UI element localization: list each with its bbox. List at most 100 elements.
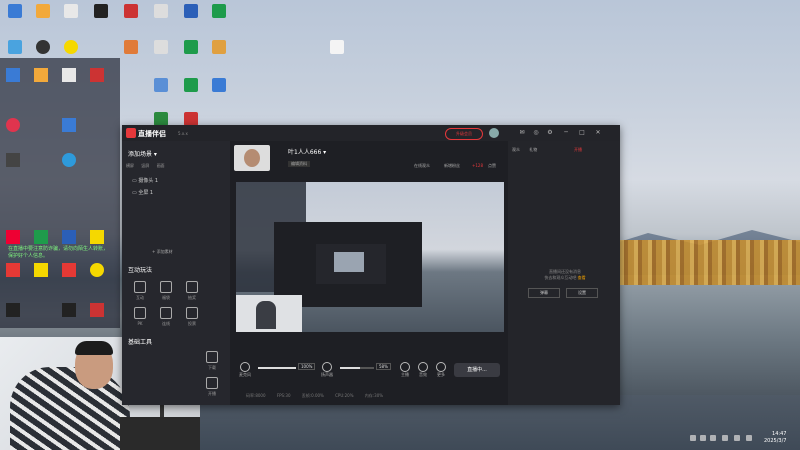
live-status-button[interactable]: 直播中... bbox=[454, 363, 500, 377]
desktop-icon[interactable] bbox=[180, 112, 202, 126]
interaction-tool[interactable]: 投票 bbox=[180, 307, 204, 327]
host-icon bbox=[400, 362, 410, 372]
desktop-icon[interactable] bbox=[150, 112, 172, 126]
desktop-icon[interactable] bbox=[326, 40, 348, 54]
scene-item[interactable]: ▭ 摄像头 1 bbox=[132, 177, 158, 184]
tray-icon[interactable] bbox=[690, 435, 696, 441]
tab-portrait[interactable]: 竖屏 bbox=[141, 163, 149, 168]
scene-header[interactable]: 添加场景 ▾ bbox=[128, 149, 157, 158]
tab-frame[interactable]: 画面 bbox=[157, 163, 165, 168]
desktop-icon[interactable] bbox=[32, 40, 54, 54]
panel-icon[interactable] bbox=[90, 68, 104, 82]
panel-icon[interactable] bbox=[6, 153, 20, 167]
edit-profile-tag[interactable]: 编辑资料 bbox=[288, 161, 310, 167]
speaker-control[interactable]: 扬声器 bbox=[318, 362, 336, 378]
panel-icon[interactable] bbox=[90, 303, 104, 317]
stat-viewers: 在线观众 bbox=[414, 163, 430, 168]
panel-icon[interactable] bbox=[6, 68, 20, 82]
panel-icon[interactable] bbox=[62, 153, 76, 167]
tray-icon[interactable] bbox=[710, 435, 716, 441]
panel-icon[interactable] bbox=[34, 68, 48, 82]
desktop-icon[interactable] bbox=[180, 40, 202, 54]
status-memory: 内存:30% bbox=[364, 393, 384, 398]
scene-item[interactable]: ▭ 全屏 1 bbox=[132, 189, 153, 196]
stream-preview[interactable] bbox=[236, 182, 504, 332]
tab-gifts[interactable]: 礼物 bbox=[529, 147, 537, 152]
danmaku-button[interactable]: 弹幕 bbox=[528, 288, 560, 298]
volume-icon[interactable] bbox=[734, 435, 740, 441]
user-avatar[interactable] bbox=[489, 128, 499, 138]
start-live-label[interactable]: 开播 bbox=[574, 147, 582, 153]
desktop-icon[interactable] bbox=[120, 4, 142, 18]
view-link[interactable]: 查看 bbox=[578, 275, 586, 280]
upgrade-button[interactable]: 升级会员 bbox=[445, 128, 483, 140]
host-button[interactable]: 主播 bbox=[396, 362, 414, 378]
streamer-avatar[interactable] bbox=[234, 145, 270, 171]
desktop-icon[interactable] bbox=[32, 4, 54, 18]
status-cpu: CPU:20% bbox=[335, 393, 354, 398]
effects-icon bbox=[418, 362, 428, 372]
panel-icon[interactable] bbox=[62, 68, 76, 82]
desktop-icon[interactable] bbox=[208, 4, 230, 18]
interaction-tool[interactable]: 福袋 bbox=[154, 281, 178, 301]
wifi-icon[interactable] bbox=[722, 435, 728, 441]
panel-icon[interactable] bbox=[6, 118, 20, 132]
status-bitrate: 码率:8000 bbox=[246, 393, 266, 398]
tab-audience[interactable]: 观众 bbox=[512, 147, 520, 152]
settings-button[interactable]: 设置 bbox=[566, 288, 598, 298]
speaker-volume-slider[interactable] bbox=[340, 367, 374, 369]
app-logo-icon bbox=[126, 128, 136, 138]
panel-icon[interactable] bbox=[62, 303, 76, 317]
panel-icon[interactable] bbox=[90, 230, 104, 244]
desktop-icon[interactable] bbox=[90, 4, 112, 18]
interaction-tool[interactable]: 连线 bbox=[154, 307, 178, 327]
minimize-icon[interactable]: ─ bbox=[562, 129, 570, 137]
microphone-control[interactable]: 麦克风 bbox=[236, 362, 254, 378]
desktop-icon[interactable] bbox=[4, 40, 26, 54]
panel-icon[interactable] bbox=[90, 263, 104, 277]
base-tool[interactable]: 开播 bbox=[200, 377, 224, 397]
desktop-icon[interactable] bbox=[180, 78, 202, 92]
desktop-icon[interactable] bbox=[60, 4, 82, 18]
panel-icon[interactable] bbox=[34, 263, 48, 277]
message-icon[interactable]: ✉ bbox=[518, 129, 526, 137]
desktop-icon[interactable] bbox=[120, 40, 142, 54]
interaction-tool[interactable]: PK bbox=[128, 307, 152, 326]
effects-button[interactable]: 音效 bbox=[414, 362, 432, 378]
interaction-tool[interactable]: 互动 bbox=[128, 281, 152, 301]
close-icon[interactable]: ✕ bbox=[594, 129, 602, 137]
gear-icon[interactable]: ⚙ bbox=[546, 129, 554, 137]
tab-landscape[interactable]: 横屏 bbox=[126, 163, 134, 168]
base-tool[interactable]: 下载 bbox=[200, 351, 224, 371]
control-bar: 麦克风 100% 扬声器 58% 主播 音效 更多 直播中... bbox=[236, 360, 504, 390]
desktop-icon[interactable] bbox=[150, 40, 172, 54]
taskbar-clock[interactable]: 14:47 2025/3/7 bbox=[764, 431, 786, 445]
mic-volume-slider[interactable] bbox=[258, 367, 296, 369]
tray-icon[interactable] bbox=[700, 435, 706, 441]
speaker-icon bbox=[322, 362, 332, 372]
maximize-icon[interactable]: □ bbox=[578, 129, 586, 137]
add-source-button[interactable]: + 添加素材 bbox=[152, 249, 173, 255]
desktop-icon[interactable] bbox=[4, 4, 26, 18]
mic-volume-fill bbox=[258, 367, 296, 369]
panel-icon[interactable] bbox=[62, 263, 76, 277]
panel-icon[interactable] bbox=[62, 118, 76, 132]
headset-icon[interactable]: ◎ bbox=[532, 129, 540, 137]
panel-icon[interactable] bbox=[62, 230, 76, 244]
tool-icon bbox=[160, 307, 172, 319]
desktop-icon[interactable] bbox=[208, 40, 230, 54]
desktop-icon[interactable] bbox=[150, 78, 172, 92]
streamer-name[interactable]: 叶1人人666 ▾ bbox=[288, 147, 326, 156]
panel-icon[interactable] bbox=[6, 303, 20, 317]
panel-icon[interactable] bbox=[6, 230, 20, 244]
desktop-icon[interactable] bbox=[60, 40, 82, 54]
panel-icon[interactable] bbox=[6, 263, 20, 277]
desktop-icon[interactable] bbox=[208, 78, 230, 92]
desktop-icon[interactable] bbox=[150, 4, 172, 18]
interaction-tool[interactable]: 抽奖 bbox=[180, 281, 204, 301]
panel-icon[interactable] bbox=[34, 230, 48, 244]
wallpaper-trees bbox=[600, 240, 800, 285]
more-button[interactable]: 更多 bbox=[432, 362, 450, 378]
battery-icon[interactable] bbox=[746, 435, 752, 441]
desktop-icon[interactable] bbox=[180, 4, 202, 18]
